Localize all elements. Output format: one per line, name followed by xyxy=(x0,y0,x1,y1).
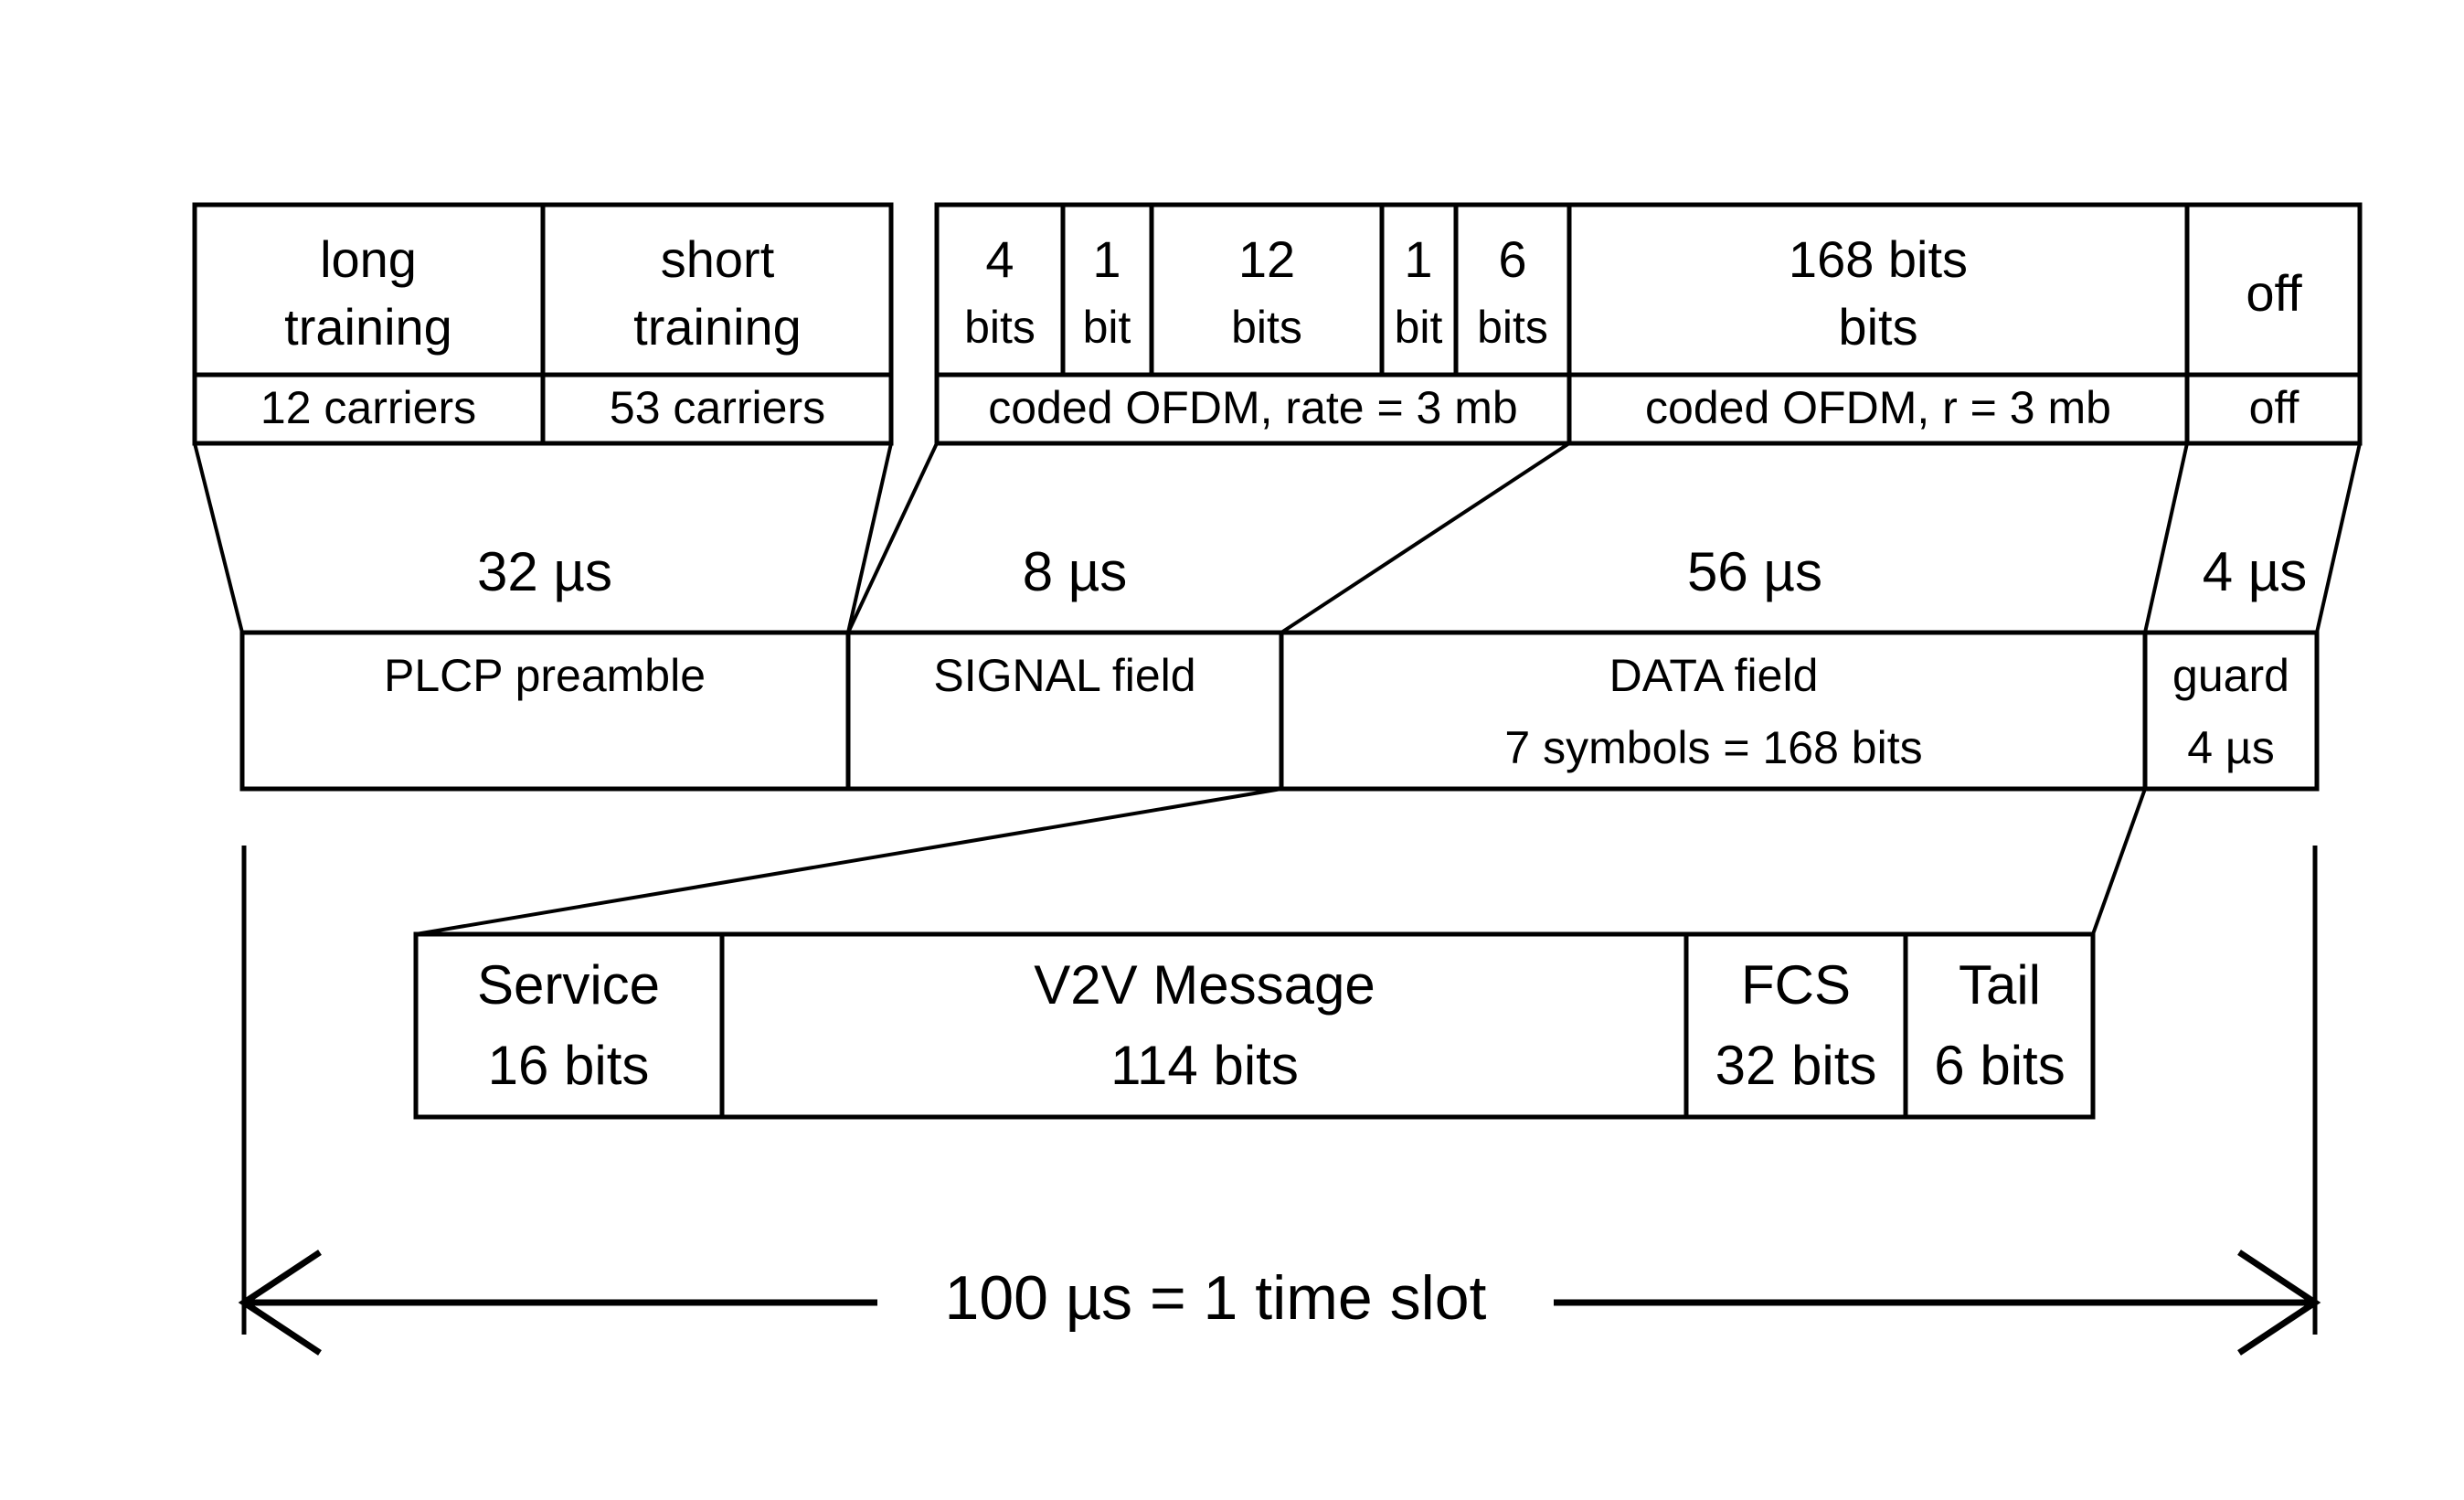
signal-length-unit: bits xyxy=(1231,302,1302,353)
middle-band-frame: PLCP preamble SIGNAL field DATA field 7 … xyxy=(239,630,2320,792)
leader-data-left xyxy=(415,787,1282,936)
guard-field-sublabel: 4 µs xyxy=(2187,722,2275,773)
top-band-preamble: long training short training 12 carriers… xyxy=(192,202,894,446)
signal-parity-unit: bit xyxy=(1395,302,1443,353)
plcp-duration-label: 32 µs xyxy=(477,541,612,602)
leader-signal-right xyxy=(1280,441,1571,634)
guard-field-label: guard xyxy=(2172,650,2289,701)
off-top-label: off xyxy=(2246,264,2302,322)
duration-labels: 32 µs 8 µs 56 µs 4 µs xyxy=(477,541,2307,602)
payload-service-size: 16 bits xyxy=(488,1035,650,1096)
data-bits-line1: 168 bits xyxy=(1789,230,1968,288)
signal-reserved-count: 1 xyxy=(1092,230,1120,288)
long-training-line1: long xyxy=(320,230,417,288)
data-bits-line2: bits xyxy=(1838,298,1917,356)
signal-field-label: SIGNAL field xyxy=(933,650,1195,701)
long-training-line2: training xyxy=(284,298,452,356)
payload-tail-label: Tail xyxy=(1959,954,2041,1016)
signal-rate-unit: bits xyxy=(964,302,1036,353)
leader-guard-left xyxy=(2143,442,2189,633)
signal-tail-unit: bits xyxy=(1477,302,1548,353)
data-field-label: DATA field xyxy=(1609,650,1819,701)
packet-structure-diagram: long training short training 12 carriers… xyxy=(0,0,2464,1500)
frame-diagram-svg: long training short training 12 carriers… xyxy=(192,202,2363,1356)
payload-tail-size: 6 bits xyxy=(1934,1035,2065,1096)
data-coding-label: coded OFDM, r = 3 mb xyxy=(1645,382,2111,433)
signal-parity-count: 1 xyxy=(1404,230,1432,288)
leader-signal-left xyxy=(846,442,939,633)
payload-service-label: Service xyxy=(477,954,660,1016)
short-training-carriers: 53 carriers xyxy=(610,382,825,433)
payload-fcs-label: FCS xyxy=(1741,954,1851,1016)
leader-data-right xyxy=(2091,788,2147,935)
short-training-line1: short xyxy=(661,230,775,288)
timeslot-caption: 100 µs = 1 time slot xyxy=(945,1263,1487,1333)
payload-v2v-label: V2V Message xyxy=(1034,954,1375,1016)
signal-coding-label: coded OFDM, rate = 3 mb xyxy=(988,382,1517,433)
payload-fcs-size: 32 bits xyxy=(1715,1035,1877,1096)
signal-rate-count: 4 xyxy=(985,230,1014,288)
guard-duration-label: 4 µs xyxy=(2203,541,2308,602)
data-field-sublabel: 7 symbols = 168 bits xyxy=(1504,722,1922,773)
short-training-line2: training xyxy=(633,298,802,356)
data-duration-label: 56 µs xyxy=(1687,541,1822,602)
signal-tail-count: 6 xyxy=(1498,230,1526,288)
leader-guard-right xyxy=(2315,442,2362,633)
signal-reserved-unit: bit xyxy=(1083,302,1131,353)
long-training-carriers: 12 carriers xyxy=(260,382,476,433)
payload-v2v-size: 114 bits xyxy=(1110,1035,1299,1096)
leader-plcp-right xyxy=(846,442,893,633)
top-band-signal-data-off: 4 bits 1 bit 12 bits 1 bit 6 bits 168 bi… xyxy=(934,202,2363,446)
leader-plcp-left xyxy=(193,442,244,633)
signal-duration-label: 8 µs xyxy=(1023,541,1128,602)
signal-length-count: 12 xyxy=(1238,230,1295,288)
off-coding-label: off xyxy=(2249,382,2299,433)
payload-band: Service 16 bits V2V Message 114 bits FCS… xyxy=(413,931,2096,1120)
plcp-preamble-label: PLCP preamble xyxy=(384,650,706,701)
